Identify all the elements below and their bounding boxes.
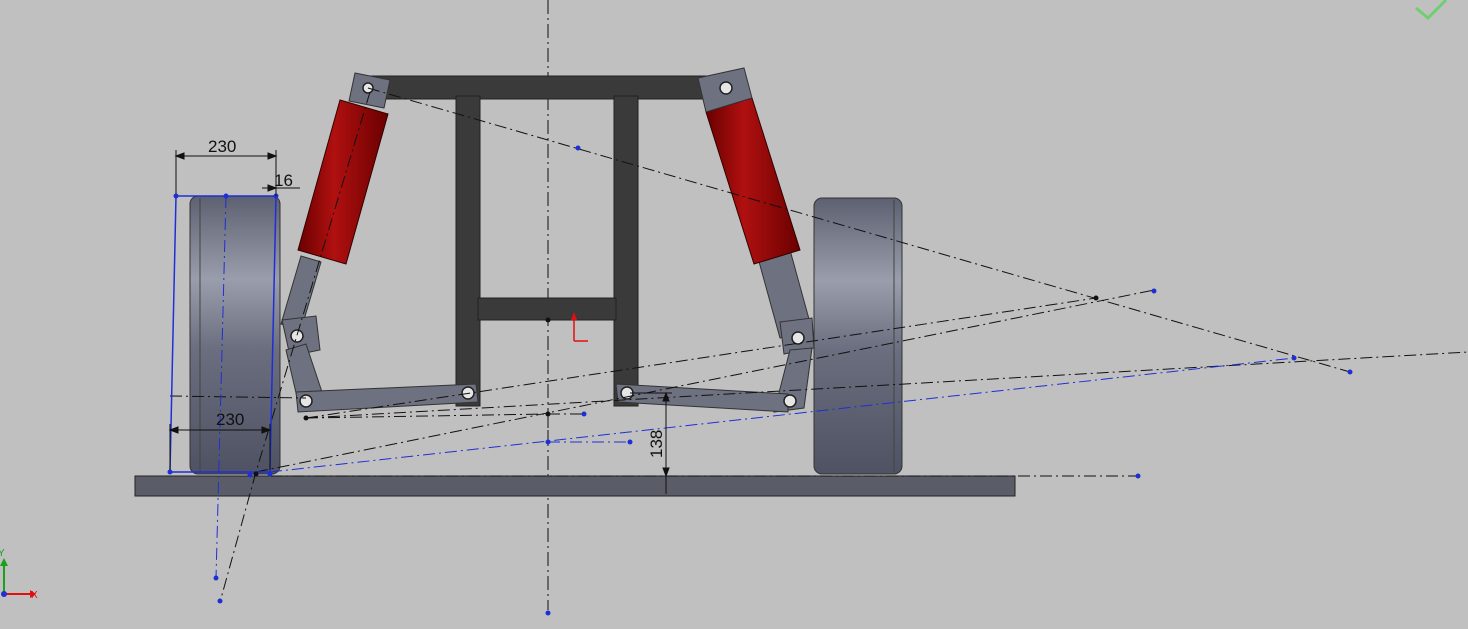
cad-viewport[interactable]: 230 16 230 138 X Y [0, 0, 1468, 629]
coordinate-triad-icon: X Y [0, 548, 38, 601]
dimension-wheel-offset[interactable]: 16 [262, 171, 300, 196]
dimension-wheel-width-top[interactable]: 230 [174, 137, 278, 194]
right-wheel[interactable] [813, 197, 903, 475]
confirm-check-icon[interactable] [1415, 0, 1448, 21]
dimension-label-16: 16 [274, 171, 293, 190]
dimension-label-230-top: 230 [208, 137, 236, 156]
dimension-label-230-bottom: 230 [216, 410, 244, 429]
triad-y-label: Y [0, 548, 5, 559]
suspension-sketch-canvas[interactable]: 230 16 230 138 X Y [0, 0, 1468, 629]
left-wheel[interactable] [189, 195, 281, 475]
left-damper[interactable] [280, 72, 391, 331]
dimension-label-138: 138 [647, 430, 666, 458]
triad-x-label: X [31, 590, 38, 601]
right-damper[interactable] [697, 67, 813, 339]
ground-plate[interactable] [134, 475, 1016, 497]
right-lower-arm[interactable] [615, 383, 789, 413]
left-lower-arm[interactable] [295, 383, 479, 413]
